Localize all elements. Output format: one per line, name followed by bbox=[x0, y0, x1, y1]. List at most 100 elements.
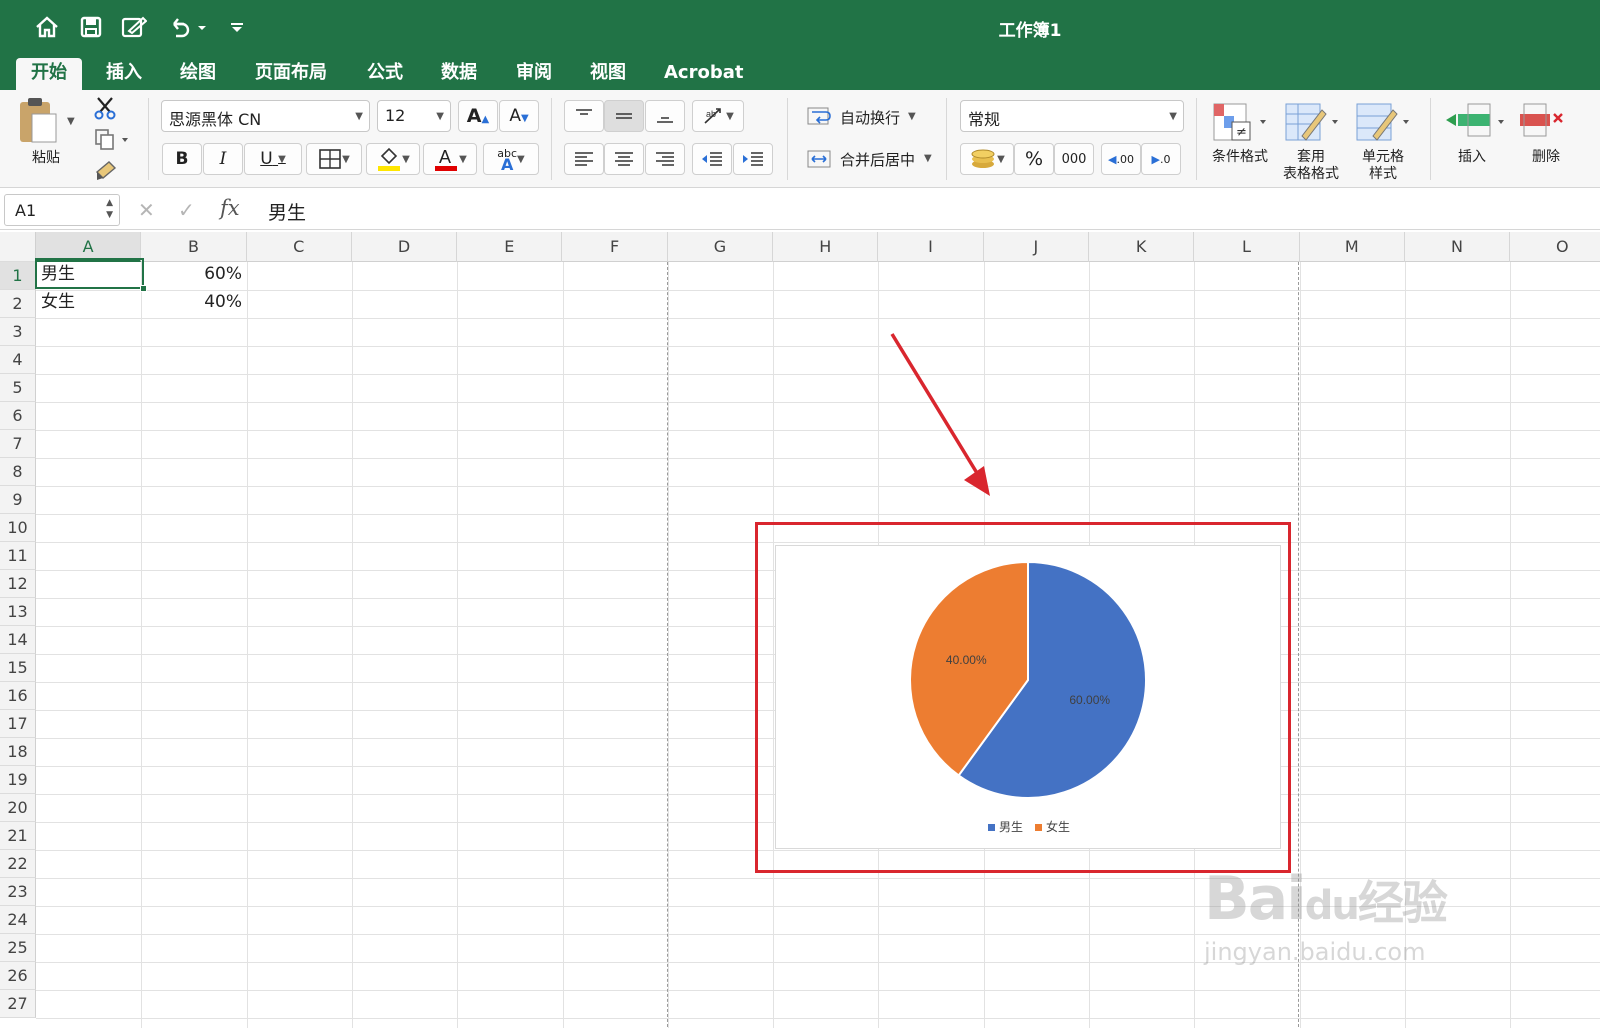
row-header-17[interactable]: 17 bbox=[0, 710, 36, 738]
row-header-27[interactable]: 27 bbox=[0, 990, 36, 1018]
decrease-decimal-button[interactable]: ▶ .0 bbox=[1141, 143, 1181, 175]
column-header-o[interactable]: O bbox=[1510, 232, 1600, 262]
underline-button[interactable]: U ▼ bbox=[244, 143, 302, 175]
undo-icon[interactable] bbox=[166, 14, 210, 40]
cell-b2[interactable]: 40% bbox=[142, 288, 247, 316]
increase-font-size-button[interactable]: A▲ bbox=[458, 100, 498, 132]
fill-handle[interactable] bbox=[140, 285, 147, 292]
stepper-icon[interactable]: ▲ ▼ bbox=[106, 197, 113, 221]
thousands-button[interactable]: 000 bbox=[1054, 143, 1094, 175]
percent-button[interactable]: % bbox=[1014, 143, 1054, 175]
row-header-20[interactable]: 20 bbox=[0, 794, 36, 822]
fill-color-button[interactable]: ▼ bbox=[366, 143, 420, 175]
row-header-11[interactable]: 11 bbox=[0, 542, 36, 570]
column-header-h[interactable]: H bbox=[773, 232, 879, 262]
wrap-text-label[interactable]: 自动换行 bbox=[840, 107, 900, 128]
row-header-6[interactable]: 6 bbox=[0, 402, 36, 430]
align-bottom-button[interactable] bbox=[645, 100, 685, 132]
row-header-4[interactable]: 4 bbox=[0, 346, 36, 374]
tab-data[interactable]: 数据 bbox=[426, 58, 492, 90]
row-header-12[interactable]: 12 bbox=[0, 570, 36, 598]
delete-cells-icon[interactable] bbox=[1518, 100, 1568, 146]
align-right-button[interactable] bbox=[645, 143, 685, 175]
cell-styles-label[interactable]: 单元格 样式 bbox=[1348, 149, 1418, 183]
row-header-3[interactable]: 3 bbox=[0, 318, 36, 346]
row-header-19[interactable]: 19 bbox=[0, 766, 36, 794]
row-header-9[interactable]: 9 bbox=[0, 486, 36, 514]
increase-indent-button[interactable] bbox=[733, 143, 773, 175]
orientation-button[interactable]: ab ▼ bbox=[692, 100, 744, 132]
delete-cells-label[interactable]: 删除 bbox=[1524, 149, 1568, 166]
column-header-l[interactable]: L bbox=[1194, 232, 1300, 262]
paste-icon[interactable] bbox=[16, 96, 60, 146]
tab-draw[interactable]: 绘图 bbox=[165, 58, 231, 90]
cancel-icon[interactable]: ✕ bbox=[138, 198, 155, 222]
tab-insert[interactable]: 插入 bbox=[91, 58, 157, 90]
column-header-g[interactable]: G bbox=[668, 232, 774, 262]
tab-review[interactable]: 审阅 bbox=[501, 58, 567, 90]
column-header-m[interactable]: M bbox=[1300, 232, 1405, 262]
column-header-k[interactable]: K bbox=[1089, 232, 1195, 262]
paste-label[interactable]: 粘贴 bbox=[26, 150, 66, 167]
currency-button[interactable]: ▼ bbox=[960, 143, 1014, 175]
row-header-14[interactable]: 14 bbox=[0, 626, 36, 654]
tab-view[interactable]: 视图 bbox=[575, 58, 641, 90]
format-painter-icon[interactable] bbox=[93, 158, 119, 182]
row-header-13[interactable]: 13 bbox=[0, 598, 36, 626]
name-box[interactable]: A1 ▲ ▼ bbox=[4, 194, 120, 226]
edit-icon[interactable] bbox=[121, 14, 147, 40]
italic-button[interactable]: I bbox=[203, 143, 243, 175]
row-header-10[interactable]: 10 bbox=[0, 514, 36, 542]
row-header-15[interactable]: 15 bbox=[0, 654, 36, 682]
row-header-23[interactable]: 23 bbox=[0, 878, 36, 906]
align-middle-button[interactable] bbox=[604, 100, 644, 132]
row-header-22[interactable]: 22 bbox=[0, 850, 36, 878]
insert-cells-label[interactable]: 插入 bbox=[1446, 149, 1498, 166]
align-center-button[interactable] bbox=[604, 143, 644, 175]
column-header-c[interactable]: C bbox=[247, 232, 352, 262]
formula-input[interactable]: 男生 bbox=[268, 198, 306, 225]
font-size-box[interactable]: 12 ▼ bbox=[377, 100, 451, 132]
row-header-5[interactable]: 5 bbox=[0, 374, 36, 402]
row-header-2[interactable]: 2 bbox=[0, 290, 36, 318]
row-header-1[interactable]: 1 bbox=[0, 262, 36, 290]
chevron-down-icon[interactable]: ▼ bbox=[908, 111, 916, 122]
cell-styles-icon[interactable] bbox=[1355, 100, 1411, 146]
row-header-18[interactable]: 18 bbox=[0, 738, 36, 766]
home-icon[interactable] bbox=[34, 14, 60, 40]
wrap-text-icon[interactable] bbox=[806, 104, 834, 128]
align-top-button[interactable] bbox=[564, 100, 604, 132]
column-header-j[interactable]: J bbox=[984, 232, 1089, 262]
row-header-16[interactable]: 16 bbox=[0, 682, 36, 710]
copy-icon[interactable] bbox=[94, 128, 130, 152]
row-header-26[interactable]: 26 bbox=[0, 962, 36, 990]
row-header-7[interactable]: 7 bbox=[0, 430, 36, 458]
enter-icon[interactable]: ✓ bbox=[178, 198, 195, 222]
customize-icon[interactable] bbox=[224, 14, 250, 40]
increase-decimal-button[interactable]: ◀ .00 bbox=[1101, 143, 1141, 175]
column-header-f[interactable]: F bbox=[563, 232, 668, 262]
cell-a2[interactable]: 女生 bbox=[36, 288, 141, 316]
cut-icon[interactable] bbox=[94, 96, 116, 120]
tab-home[interactable]: 开始 bbox=[16, 58, 82, 90]
decrease-indent-button[interactable] bbox=[692, 143, 732, 175]
row-header-8[interactable]: 8 bbox=[0, 458, 36, 486]
paste-dropdown-icon[interactable]: ▼ bbox=[67, 116, 75, 127]
column-header-d[interactable]: D bbox=[352, 232, 458, 262]
borders-button[interactable]: ▼ bbox=[306, 143, 362, 175]
phonetic-button[interactable]: abc A ▼ bbox=[483, 143, 539, 175]
save-icon[interactable] bbox=[78, 14, 104, 40]
align-left-button[interactable] bbox=[564, 143, 604, 175]
column-header-e[interactable]: E bbox=[457, 232, 563, 262]
font-name-box[interactable]: 思源黑体 CN ▼ bbox=[161, 100, 370, 132]
column-header-b[interactable]: B bbox=[141, 232, 247, 262]
format-as-table-label[interactable]: 套用 表格格式 bbox=[1276, 149, 1346, 183]
conditional-format-icon[interactable]: ≠ bbox=[1212, 100, 1268, 146]
column-header-i[interactable]: I bbox=[878, 232, 984, 262]
tab-formulas[interactable]: 公式 bbox=[352, 58, 418, 90]
conditional-format-label[interactable]: 条件格式 bbox=[1206, 149, 1274, 166]
decrease-font-size-button[interactable]: A▼ bbox=[499, 100, 539, 132]
number-format-box[interactable]: 常规 ▼ bbox=[960, 100, 1184, 132]
row-header-21[interactable]: 21 bbox=[0, 822, 36, 850]
tab-acrobat[interactable]: Acrobat bbox=[649, 58, 758, 90]
